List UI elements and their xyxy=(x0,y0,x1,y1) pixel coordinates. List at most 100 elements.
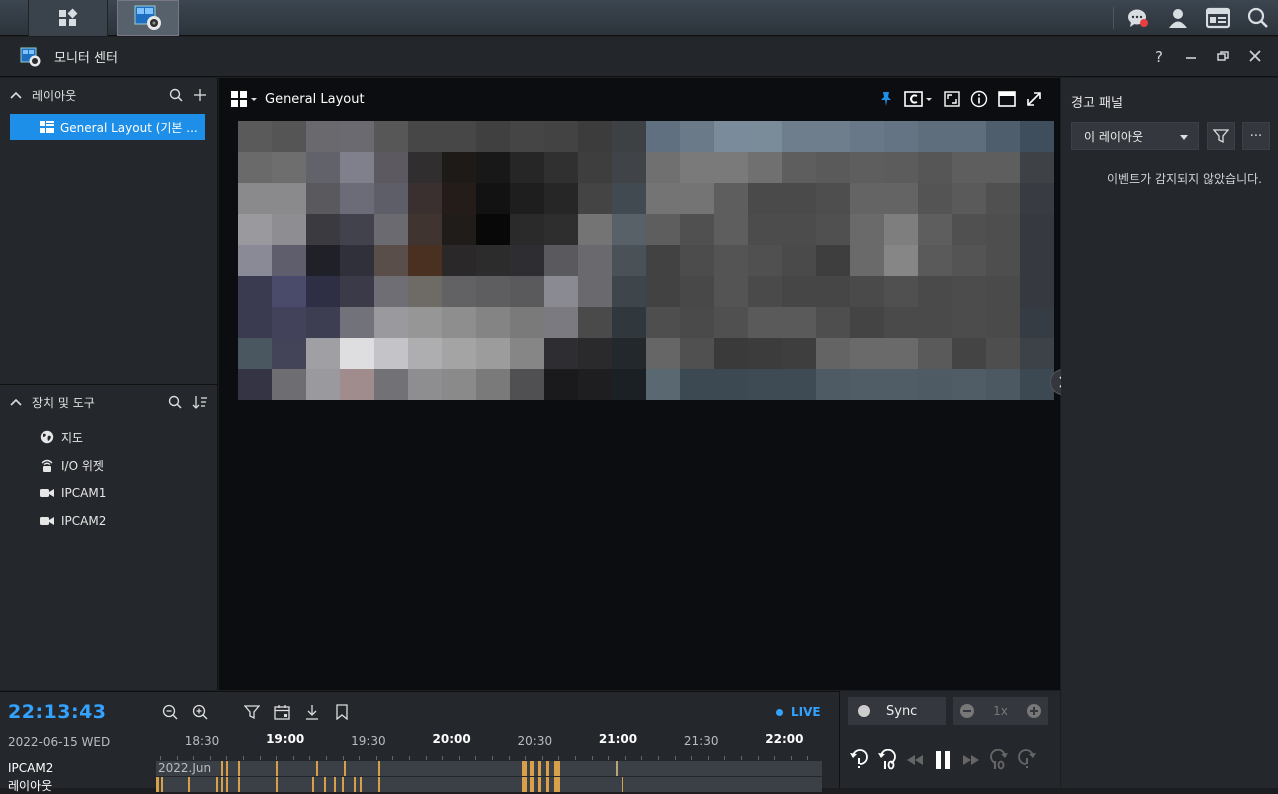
info-icon[interactable] xyxy=(970,90,988,108)
fit-window-icon[interactable] xyxy=(944,91,960,107)
forward-10-button[interactable] xyxy=(988,749,1010,771)
recording-event-mark[interactable] xyxy=(276,777,278,792)
widgets-button[interactable] xyxy=(1198,0,1238,36)
restore-button[interactable] xyxy=(1214,48,1232,66)
recording-event-mark[interactable] xyxy=(156,777,159,792)
main-menu-button[interactable] xyxy=(28,0,108,36)
recording-event-mark[interactable] xyxy=(216,777,218,792)
alert-filter-button[interactable] xyxy=(1207,122,1235,150)
recording-event-mark[interactable] xyxy=(538,777,541,792)
device-search-icon[interactable] xyxy=(168,395,182,409)
minimize-button[interactable] xyxy=(1182,48,1200,66)
panel-toggle-icon[interactable] xyxy=(998,91,1016,107)
tool-item-io-widget[interactable]: I/O 위젯 xyxy=(0,451,218,479)
recording-event-mark[interactable] xyxy=(522,761,527,776)
sort-icon[interactable] xyxy=(192,395,208,409)
rewind-10-button[interactable] xyxy=(876,749,898,771)
timeline-time-label: 20:00 xyxy=(432,732,471,746)
speed-decrease-icon[interactable] xyxy=(959,703,975,719)
timeline-time-label: 21:00 xyxy=(598,732,638,746)
recording-event-mark[interactable] xyxy=(354,777,356,792)
rewind-event-button[interactable] xyxy=(848,749,870,771)
search-button[interactable] xyxy=(1238,0,1278,36)
bookmark-button[interactable] xyxy=(332,702,352,722)
recording-event-mark[interactable] xyxy=(316,761,318,776)
chat-notification-icon xyxy=(1128,9,1148,27)
speed-increase-icon[interactable] xyxy=(1026,703,1042,719)
tool-item-ipcam2[interactable]: IPCAM2 xyxy=(0,507,218,535)
recording-event-mark[interactable] xyxy=(226,761,228,776)
user-button[interactable] xyxy=(1158,0,1198,36)
recording-event-mark[interactable] xyxy=(188,777,190,792)
calendar-button[interactable] xyxy=(272,702,292,722)
live-indicator[interactable]: LIVE xyxy=(776,705,821,719)
chat-button[interactable] xyxy=(1118,0,1158,36)
layout-list-item[interactable]: General Layout (기본 ... xyxy=(10,114,205,140)
recording-event-mark[interactable] xyxy=(616,761,617,776)
zoom-out-button[interactable] xyxy=(160,702,180,722)
recording-event-mark[interactable] xyxy=(344,761,346,776)
recording-event-mark[interactable] xyxy=(546,761,549,776)
recording-event-mark[interactable] xyxy=(554,777,560,792)
recording-event-mark[interactable] xyxy=(530,777,534,792)
recording-event-mark[interactable] xyxy=(530,761,534,776)
pause-button[interactable] xyxy=(932,749,954,771)
recording-event-mark[interactable] xyxy=(221,777,223,792)
step-forward-button[interactable] xyxy=(960,749,982,771)
recording-event-mark[interactable] xyxy=(546,777,549,792)
recording-event-mark[interactable] xyxy=(161,777,163,792)
timeline-time-label: 18:30 xyxy=(184,734,220,748)
camera-video-feed[interactable] xyxy=(238,121,1054,400)
recording-event-mark[interactable] xyxy=(324,777,326,792)
recording-event-mark[interactable] xyxy=(238,777,240,792)
layout-switch-icon[interactable] xyxy=(231,91,257,107)
forward-10-icon xyxy=(990,749,1008,770)
recording-event-mark[interactable] xyxy=(554,761,560,776)
track-row-layout[interactable]: 레이아웃 xyxy=(0,776,822,793)
devices-section-header[interactable]: 장치 및 도구 xyxy=(0,385,218,419)
recording-event-mark[interactable] xyxy=(334,777,336,792)
recording-event-mark[interactable] xyxy=(538,761,541,776)
chevron-up-icon[interactable] xyxy=(10,398,22,406)
forward-event-button[interactable] xyxy=(1016,749,1038,771)
live-view-area: General Layout xyxy=(219,78,1060,690)
alert-more-button[interactable]: ··· xyxy=(1242,122,1270,150)
timeline-time-labels: 18:30 19:00 19:30 20:00 20:30 21:00 21:30 22:00 xyxy=(156,732,822,752)
recording-event-mark[interactable] xyxy=(378,761,380,776)
track-bar[interactable]: 2022.Jun xyxy=(156,761,822,776)
recording-event-mark[interactable] xyxy=(238,761,240,776)
io-widget-icon xyxy=(41,459,53,472)
app-title: 모니터 센터 xyxy=(54,51,118,66)
tool-item-ipcam1[interactable]: IPCAM1 xyxy=(0,479,218,507)
zoom-in-button[interactable] xyxy=(190,702,210,722)
add-layout-icon[interactable] xyxy=(193,88,207,102)
recording-event-mark[interactable] xyxy=(221,761,223,776)
recording-event-mark[interactable] xyxy=(312,777,314,792)
download-button[interactable] xyxy=(302,702,322,722)
monitor-center-taskbar-button[interactable] xyxy=(117,0,179,36)
layout-search-icon[interactable] xyxy=(169,88,183,102)
alert-scope-select[interactable]: 이 레이아웃 xyxy=(1071,122,1199,150)
close-button[interactable] xyxy=(1246,48,1264,66)
tool-item-map[interactable]: 지도 xyxy=(0,423,218,451)
recording-event-mark[interactable] xyxy=(226,777,228,792)
recording-event-mark[interactable] xyxy=(378,777,380,792)
recording-event-mark[interactable] xyxy=(522,777,527,792)
fullscreen-icon[interactable] xyxy=(1026,91,1042,107)
pin-icon[interactable] xyxy=(878,91,894,107)
help-button[interactable]: ? xyxy=(1150,48,1168,66)
layout-section-header[interactable]: 레이아웃 xyxy=(0,78,217,112)
channel-select-icon[interactable] xyxy=(904,91,934,107)
chevron-up-icon[interactable] xyxy=(10,91,22,99)
bookmark-icon xyxy=(336,704,348,720)
step-backward-button[interactable] xyxy=(904,749,926,771)
recording-event-mark[interactable] xyxy=(342,777,344,792)
sync-button[interactable]: Sync xyxy=(848,697,946,725)
recording-event-mark[interactable] xyxy=(360,777,362,792)
track-bar[interactable] xyxy=(156,777,822,792)
recording-event-mark[interactable] xyxy=(622,777,623,792)
alert-panel: 경고 패널 이 레이아웃 ··· 이벤트가 감지되지 않았습니다. xyxy=(1061,78,1278,788)
track-row-ipcam2[interactable]: IPCAM2 2022.Jun xyxy=(0,760,822,776)
timeline-filter-button[interactable] xyxy=(242,702,262,722)
recording-event-mark[interactable] xyxy=(276,761,278,776)
